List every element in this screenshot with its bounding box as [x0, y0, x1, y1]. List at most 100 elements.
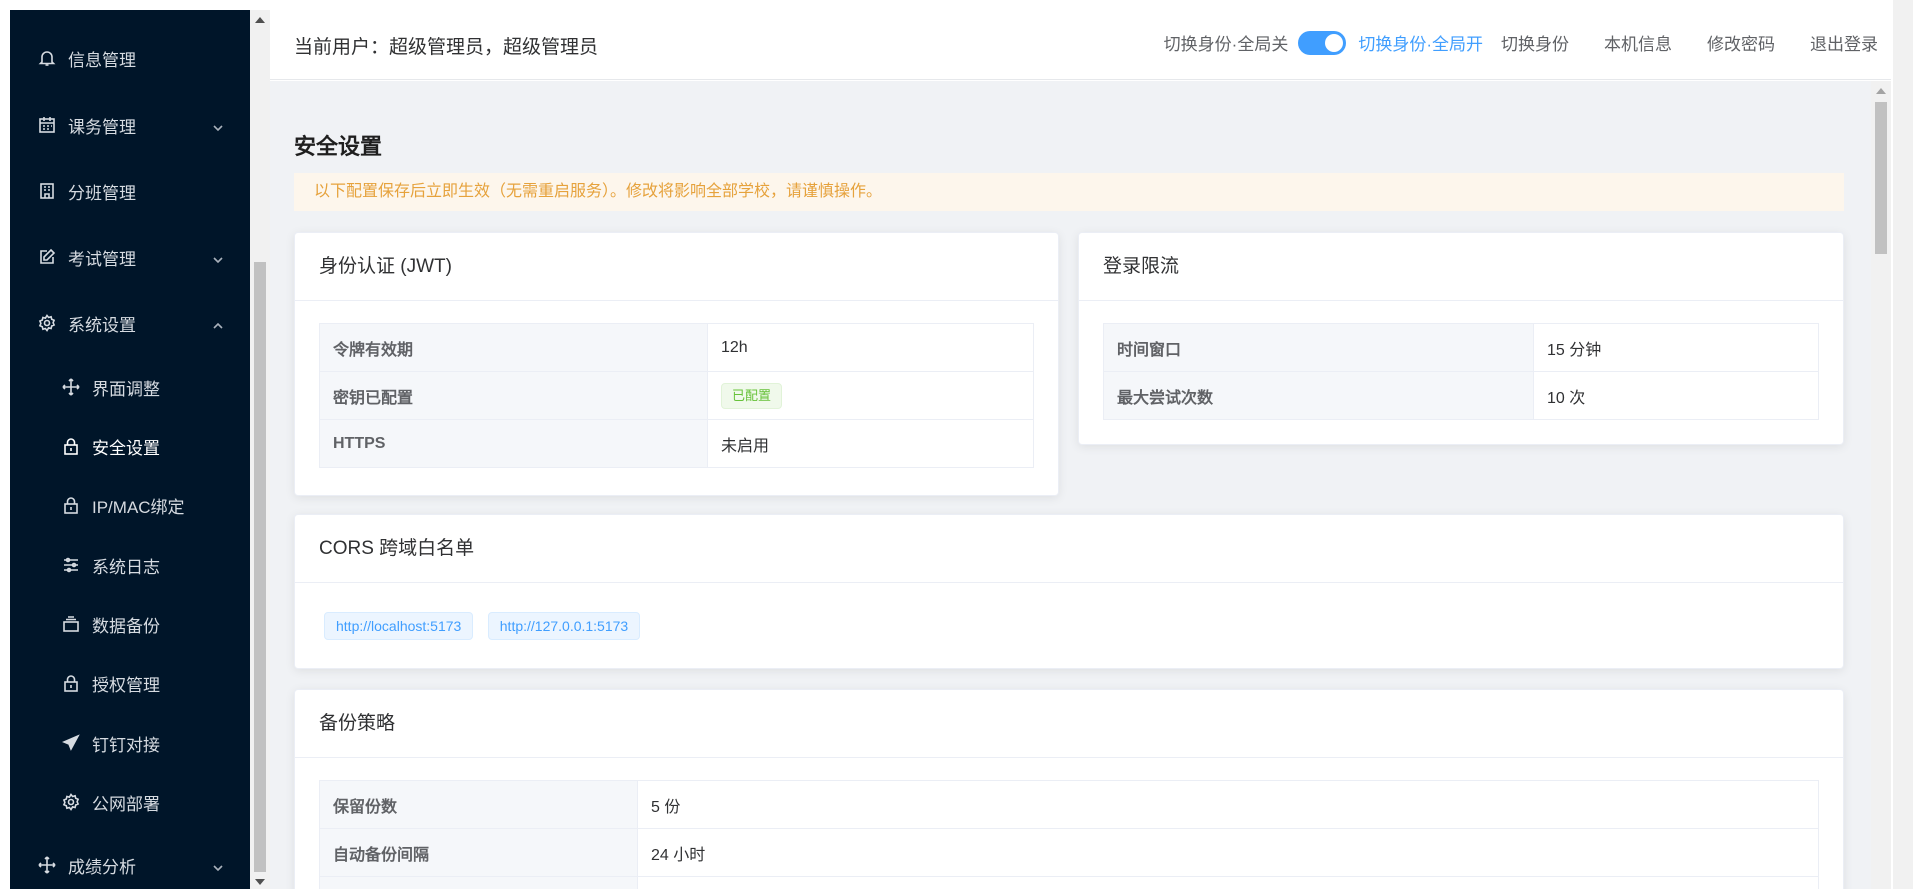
sidebar-item-label: 界面调整 [92, 379, 160, 399]
rate-limit-table: 时间窗口 15 分钟 最大尝试次数 10 次 [1103, 323, 1819, 420]
sidebar-item-dingtalk[interactable]: 钉钉对接 [10, 718, 250, 768]
table-row: HTTPS 未启用 [319, 419, 1034, 468]
table-key: 自动备份间隔 [319, 828, 638, 877]
scroll-down-arrow-icon[interactable] [255, 879, 265, 885]
table-key: 令牌有效期 [319, 323, 708, 372]
top-header: 当前用户：超级管理员，超级管理员 切换身份·全局关 切换身份·全局开 切换身份 … [270, 0, 1900, 80]
sidebar-item-label: 成绩分析 [68, 857, 136, 877]
table-key: 保留份数 [319, 780, 638, 829]
cors-origin-list: http://localhost:5173 http://127.0.0.1:5… [295, 583, 1843, 640]
sidebar-item-system[interactable]: 系统设置 [10, 295, 250, 351]
machine-info-link[interactable]: 本机信息 [1604, 30, 1672, 55]
table-value: 已配置 [707, 371, 1034, 420]
sidebar-item-exam[interactable]: 考试管理 [10, 229, 250, 285]
sidebar-item-backup[interactable]: 数据备份 [10, 599, 250, 649]
sidebar-item-label: 钉钉对接 [92, 735, 160, 755]
table-row [319, 876, 1819, 889]
sidebar-item-class[interactable]: 分班管理 [10, 163, 250, 219]
lock-icon [62, 674, 80, 692]
bell-icon [38, 49, 56, 67]
main-content: 安全设置 以下配置保存后立即生效（无需重启服务）。修改将影响全部学校，请谨慎操作… [270, 81, 1871, 889]
sidebar-item-label: 分班管理 [68, 183, 136, 203]
switch-identity-link[interactable]: 切换身份 [1501, 30, 1569, 55]
lock-icon [62, 496, 80, 514]
page-scrollbar[interactable] [1893, 0, 1913, 889]
table-row: 保留份数 5 份 [319, 780, 1819, 829]
sidebar-item-label: 安全设置 [92, 438, 160, 458]
sidebar-item-label: 系统设置 [68, 315, 136, 335]
sidebar-item-ui[interactable]: 界面调整 [10, 362, 250, 412]
table-key: 密钥已配置 [319, 371, 708, 420]
current-user: 当前用户：超级管理员，超级管理员 [294, 37, 599, 58]
sidebar-item-course[interactable]: 课务管理 [10, 97, 250, 153]
lock-icon [62, 437, 80, 455]
rate-limit-card: 登录限流 时间窗口 15 分钟 最大尝试次数 10 次 [1078, 232, 1844, 445]
table-value: 10 次 [1533, 371, 1819, 420]
send-icon [62, 734, 80, 752]
table-value: 24 小时 [637, 828, 1819, 877]
scrollbar-thumb[interactable] [1875, 102, 1887, 254]
table-key: 最大尝试次数 [1103, 371, 1534, 420]
table-row: 密钥已配置 已配置 [319, 371, 1034, 420]
chevron-down-icon [212, 859, 224, 872]
warning-alert: 以下配置保存后立即生效（无需重启服务）。修改将影响全部学校，请谨慎操作。 [294, 173, 1844, 211]
sliders-icon [62, 556, 80, 574]
page-title: 安全设置 [294, 134, 383, 159]
table-key: HTTPS [319, 419, 708, 468]
status-badge: 已配置 [721, 382, 783, 409]
jwt-table: 令牌有效期 12h 密钥已配置 已配置 HTTPS 未启用 [319, 323, 1034, 468]
table-value: 15 分钟 [1533, 323, 1819, 372]
sidebar-item-public-deploy[interactable]: 公网部署 [10, 777, 250, 827]
table-key: 时间窗口 [1103, 323, 1534, 372]
sidebar-item-label: 数据备份 [92, 616, 160, 636]
table-value: 12h [707, 323, 1034, 372]
change-password-link[interactable]: 修改密码 [1707, 30, 1775, 55]
card-title: 备份策略 [295, 690, 1843, 758]
box-icon [62, 615, 80, 633]
building-icon [38, 182, 56, 200]
sidebar-item-license[interactable]: 授权管理 [10, 658, 250, 708]
sidebar-item-ipmac[interactable]: IP/MAC绑定 [10, 480, 250, 530]
card-title: 身份认证 (JWT) [295, 233, 1058, 301]
edit-icon [38, 248, 56, 266]
table-row: 最大尝试次数 10 次 [1103, 371, 1819, 420]
cors-card: CORS 跨域白名单 http://localhost:5173 http://… [294, 514, 1844, 669]
sidebar-item-label: 信息管理 [68, 50, 136, 70]
sidebar: 信息管理 课务管理 分班管理 考试管理 系统设置 界面调整 安全设置 IP/MA… [10, 10, 250, 889]
sidebar-scrollbar[interactable] [250, 10, 270, 889]
table-row: 时间窗口 15 分钟 [1103, 323, 1819, 372]
sidebar-item-label: 课务管理 [68, 117, 136, 137]
table-row: 令牌有效期 12h [319, 323, 1034, 372]
sidebar-item-label: IP/MAC绑定 [92, 497, 185, 517]
move-icon [62, 378, 80, 396]
cors-origin-tag: http://127.0.0.1:5173 [487, 612, 641, 640]
table-key [319, 876, 638, 889]
sidebar-item-security[interactable]: 安全设置 [10, 421, 250, 471]
sidebar-item-label: 系统日志 [92, 557, 160, 577]
identity-global-toggle[interactable] [1298, 30, 1347, 55]
table-value: 未启用 [707, 419, 1034, 468]
gear-icon [38, 314, 56, 332]
chevron-up-icon [212, 317, 224, 329]
calendar-icon [38, 116, 56, 134]
chevron-down-icon [212, 251, 224, 264]
logout-link[interactable]: 退出登录 [1810, 30, 1878, 55]
backup-policy-table: 保留份数 5 份 自动备份间隔 24 小时 [319, 780, 1819, 889]
sidebar-item-logs[interactable]: 系统日志 [10, 540, 250, 590]
scroll-up-arrow-icon[interactable] [1876, 88, 1886, 94]
scrollbar-thumb[interactable] [254, 262, 266, 872]
table-value: 5 份 [637, 780, 1819, 829]
scroll-up-arrow-icon[interactable] [255, 17, 265, 23]
move-icon [38, 856, 56, 874]
page-edge [1891, 0, 1920, 889]
table-row: 自动备份间隔 24 小时 [319, 828, 1819, 877]
main-scrollbar[interactable] [1871, 81, 1891, 889]
sidebar-item-score-analysis[interactable]: 成绩分析 [10, 837, 250, 889]
table-value [637, 876, 1819, 889]
sidebar-item-label: 考试管理 [68, 249, 136, 269]
header-actions: 切换身份·全局关 切换身份·全局开 切换身份 本机信息 修改密码 退出登录 [1164, 30, 1900, 55]
jwt-card: 身份认证 (JWT) 令牌有效期 12h 密钥已配置 已配置 HTTPS 未启用 [294, 232, 1059, 496]
backup-policy-card: 备份策略 保留份数 5 份 自动备份间隔 24 小时 [294, 689, 1844, 889]
sidebar-item-info[interactable]: 信息管理 [10, 30, 250, 86]
gear-icon [62, 793, 80, 811]
